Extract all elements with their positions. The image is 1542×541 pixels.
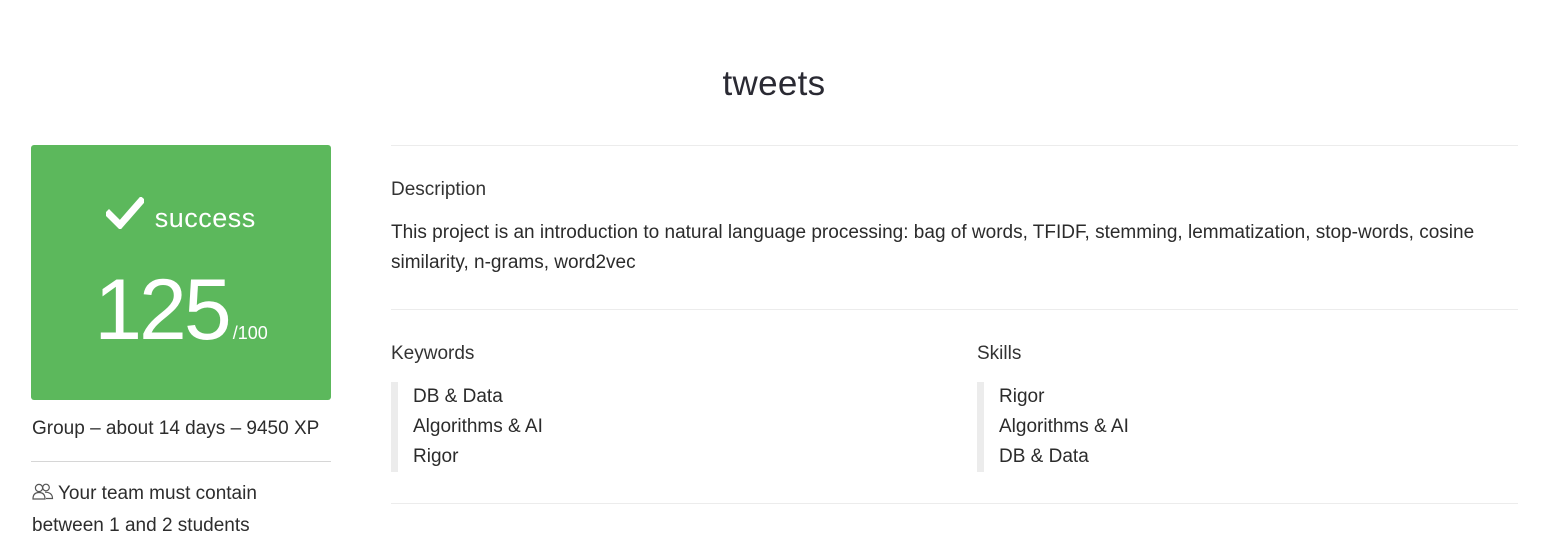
description-text: This project is an introduction to natur… (391, 222, 1475, 273)
project-meta: Group – about 14 days – 9450 XP (32, 418, 320, 439)
status-label: success (154, 203, 256, 233)
keyword-item: DB & Data (413, 386, 503, 407)
divider (31, 461, 331, 462)
divider (391, 309, 1518, 310)
score-max: /100 (232, 323, 268, 343)
divider (391, 503, 1518, 504)
score-value: 125 (94, 262, 231, 358)
divider (391, 145, 1518, 146)
skill-item: Algorithms & AI (999, 416, 1129, 437)
skill-item: DB & Data (999, 446, 1089, 467)
keywords-heading: Keywords (391, 343, 475, 364)
page-title: tweets (722, 64, 826, 103)
description-heading: Description (391, 179, 487, 200)
keyword-item: Algorithms & AI (413, 416, 543, 437)
score-card: success 125/100 (31, 145, 331, 400)
skills-list: Rigor Algorithms & AI DB & Data (977, 382, 1129, 472)
team-note-text: Your team must contain between 1 and 2 s… (32, 483, 257, 536)
keywords-list: DB & Data Algorithms & AI Rigor (391, 382, 543, 472)
team-size-note: Your team must contain between 1 and 2 s… (32, 479, 332, 541)
skill-item: Rigor (999, 386, 1045, 407)
skills-heading: Skills (977, 343, 1022, 364)
users-icon (32, 481, 54, 511)
score-row: 125/100 (31, 267, 331, 353)
check-icon (104, 196, 147, 234)
status-row: success (31, 196, 331, 234)
keyword-item: Rigor (413, 446, 459, 467)
